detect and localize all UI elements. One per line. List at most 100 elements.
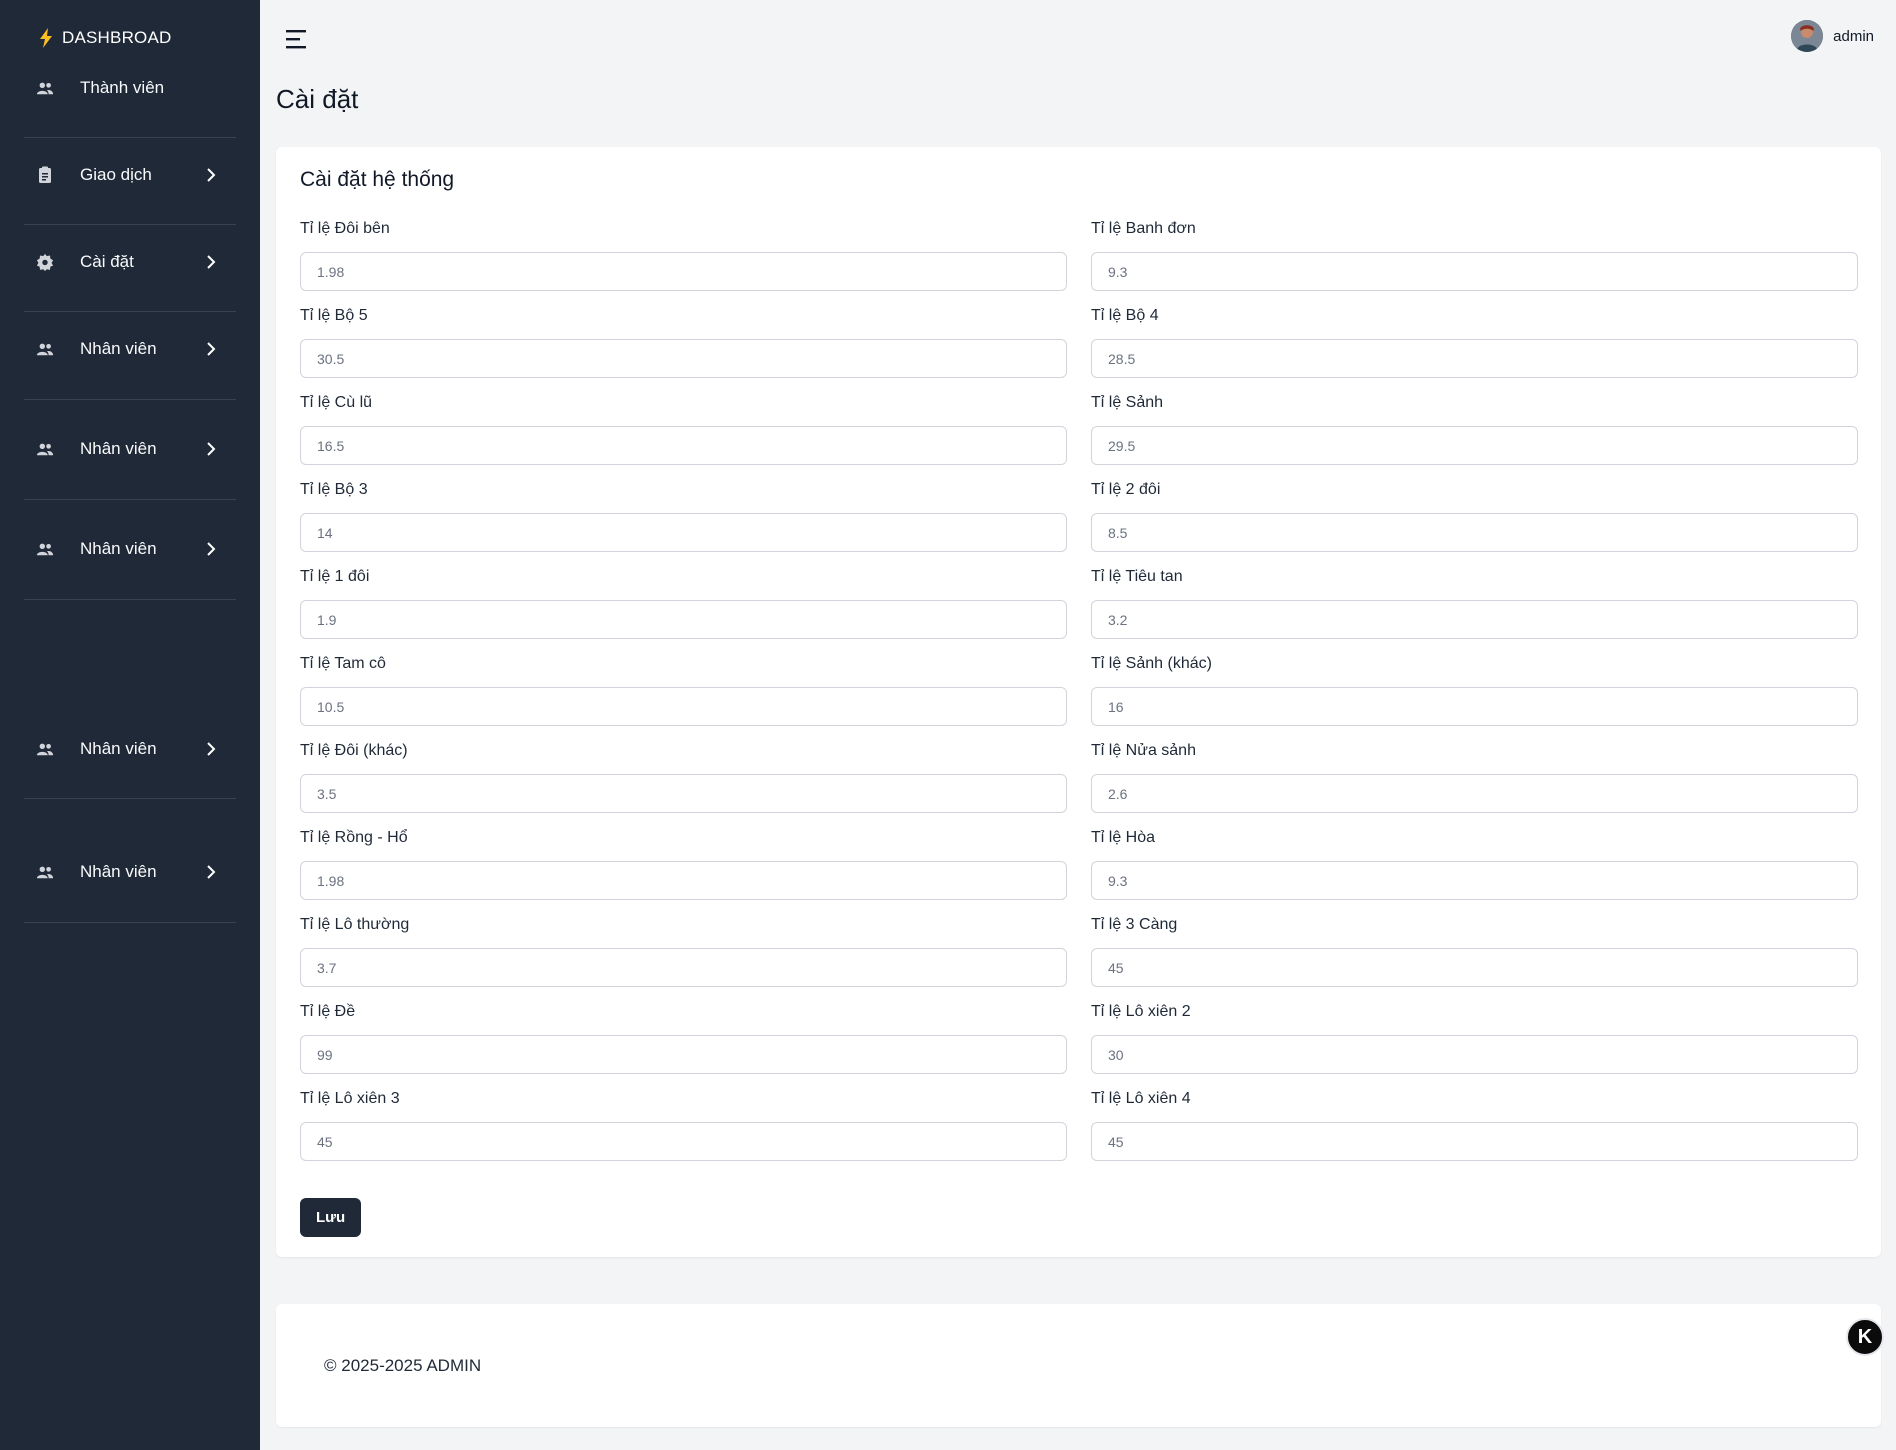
field-label: Tỉ lệ Cù lũ [300, 394, 373, 411]
rate-input-rong-ho[interactable] [300, 861, 1067, 900]
rate-input-1-doi[interactable] [300, 600, 1067, 639]
sidebar-item-label: Nhân viên [80, 739, 157, 758]
rate-input-bo-3[interactable] [300, 513, 1067, 552]
page-title: Cài đặt [276, 84, 359, 114]
sidebar-item-transactions[interactable]: Giao dịch [24, 155, 236, 195]
chevron-right-icon [204, 741, 218, 762]
field-label: Tỉ lệ Đôi bên [300, 220, 390, 237]
rate-input-sanh-khac[interactable] [1091, 687, 1858, 726]
field-label: Tỉ lệ Bộ 5 [300, 307, 368, 324]
sidebar-divider [24, 311, 236, 312]
gear-icon [36, 253, 64, 271]
copyright-text: © 2025-2025 ADMIN [324, 1356, 482, 1375]
field-1-doi: Tỉ lệ 1 đôi [300, 566, 1067, 639]
field-lo-thuong: Tỉ lệ Lô thường [300, 914, 1067, 987]
avatar [1791, 20, 1824, 52]
sidebar-divider [24, 224, 236, 225]
users-icon [36, 79, 64, 97]
users-icon [36, 540, 64, 558]
sidebar-item-label: Nhân viên [80, 539, 157, 558]
field-label: Tỉ lệ Tam cô [300, 655, 386, 672]
clipboard-icon [36, 166, 64, 184]
rate-input-sanh[interactable] [1091, 426, 1858, 465]
field-label: Tỉ lệ Lô xiên 3 [300, 1090, 400, 1107]
sidebar-item-label: Thành viên [80, 78, 165, 97]
field-tieu-tan: Tỉ lệ Tiêu tan [1091, 566, 1858, 639]
chevron-right-icon [204, 254, 218, 275]
sidebar-item-staff[interactable]: Nhân viên [24, 529, 236, 569]
help-chat-button[interactable]: K [1846, 1318, 1884, 1356]
rate-input-3-cang[interactable] [1091, 948, 1858, 987]
field-label: Tỉ lệ 3 Càng [1091, 916, 1178, 933]
field-label: Tỉ lệ 1 đôi [300, 568, 370, 585]
card-title: Cài đặt hệ thống [300, 168, 455, 191]
field-label: Tỉ lệ Bộ 3 [300, 481, 368, 498]
field-bo-4: Tỉ lệ Bộ 4 [1091, 305, 1858, 378]
field-label: Tỉ lệ 2 đôi [1091, 481, 1161, 498]
sidebar-item-label: Cài đặt [80, 252, 134, 271]
rate-input-lo-thuong[interactable] [300, 948, 1067, 987]
user-name: admin [1833, 27, 1874, 45]
field-label: Tỉ lệ Lô xiên 2 [1091, 1003, 1191, 1020]
rate-input-banh-don[interactable] [1091, 252, 1858, 291]
field-sanh: Tỉ lệ Sảnh [1091, 392, 1858, 465]
field-label: Tỉ lệ Tiêu tan [1091, 568, 1183, 585]
field-2-doi: Tỉ lệ 2 đôi [1091, 479, 1858, 552]
sidebar-item-members[interactable]: Thành viên [24, 68, 236, 108]
field-label: Tỉ lệ Hòa [1091, 829, 1156, 846]
rate-input-de[interactable] [300, 1035, 1067, 1074]
field-lo-xien-4: Tỉ lệ Lô xiên 4 [1091, 1088, 1858, 1161]
users-icon [36, 740, 64, 758]
field-label: Tỉ lệ Sảnh (khác) [1091, 655, 1212, 672]
brand[interactable]: DASHBROAD [38, 28, 172, 48]
save-button[interactable]: Lưu [300, 1198, 362, 1237]
rate-input-doi-ben[interactable] [300, 252, 1067, 291]
rate-input-doi-khac[interactable] [300, 774, 1067, 813]
menu-toggle-button[interactable] [284, 28, 310, 50]
sidebar-item-label: Nhân viên [80, 439, 157, 458]
chevron-right-icon [204, 864, 218, 885]
rate-input-2-doi[interactable] [1091, 513, 1858, 552]
sidebar-divider [24, 922, 236, 923]
sidebar-item-staff[interactable]: Nhân viên [24, 852, 236, 892]
rate-input-lo-xien-2[interactable] [1091, 1035, 1858, 1074]
chevron-right-icon [204, 541, 218, 562]
field-label: Tỉ lệ Banh đơn [1091, 220, 1196, 237]
field-label: Tỉ lệ Đôi (khác) [300, 742, 408, 759]
users-icon [36, 440, 64, 458]
lightning-icon [40, 28, 52, 48]
rate-input-nua-sanh[interactable] [1091, 774, 1858, 813]
sidebar-divider [24, 499, 236, 500]
users-icon [36, 340, 64, 358]
rate-input-cu-lu[interactable] [300, 426, 1067, 465]
rate-input-hoa[interactable] [1091, 861, 1858, 900]
field-doi-ben: Tỉ lệ Đôi bên [300, 218, 1067, 291]
sidebar-item-settings[interactable]: Cài đặt [24, 242, 236, 282]
user-menu[interactable]: admin [1791, 20, 1874, 52]
help-chat-icon: K [1857, 1325, 1873, 1348]
field-banh-don: Tỉ lệ Banh đơn [1091, 218, 1858, 291]
footer: © 2025-2025 ADMIN [276, 1304, 1881, 1427]
field-sanh-khac: Tỉ lệ Sảnh (khác) [1091, 653, 1858, 726]
brand-label: DASHBROAD [62, 28, 172, 47]
field-bo-3: Tỉ lệ Bộ 3 [300, 479, 1067, 552]
field-lo-xien-3: Tỉ lệ Lô xiên 3 [300, 1088, 1067, 1161]
sidebar-item-staff[interactable]: Nhân viên [24, 329, 236, 369]
sidebar-divider [24, 599, 236, 600]
rate-input-bo-5[interactable] [300, 339, 1067, 378]
users-icon [36, 863, 64, 881]
field-de: Tỉ lệ Đề [300, 1001, 1067, 1074]
field-tam-co: Tỉ lệ Tam cô [300, 653, 1067, 726]
field-rong-ho: Tỉ lệ Rồng - Hổ [300, 827, 1067, 900]
sidebar-item-staff[interactable]: Nhân viên [24, 729, 236, 769]
rate-input-tam-co[interactable] [300, 687, 1067, 726]
rate-input-tieu-tan[interactable] [1091, 600, 1858, 639]
sidebar-divider [24, 798, 236, 799]
field-doi-khac: Tỉ lệ Đôi (khác) [300, 740, 1067, 813]
rate-input-lo-xien-4[interactable] [1091, 1122, 1858, 1161]
rate-input-lo-xien-3[interactable] [300, 1122, 1067, 1161]
settings-card: Cài đặt hệ thống Tỉ lệ Đôi bên Tỉ lệ Ban… [276, 147, 1881, 1257]
rate-input-bo-4[interactable] [1091, 339, 1858, 378]
field-label: Tỉ lệ Lô xiên 4 [1091, 1090, 1191, 1107]
sidebar-item-staff[interactable]: Nhân viên [24, 429, 236, 469]
